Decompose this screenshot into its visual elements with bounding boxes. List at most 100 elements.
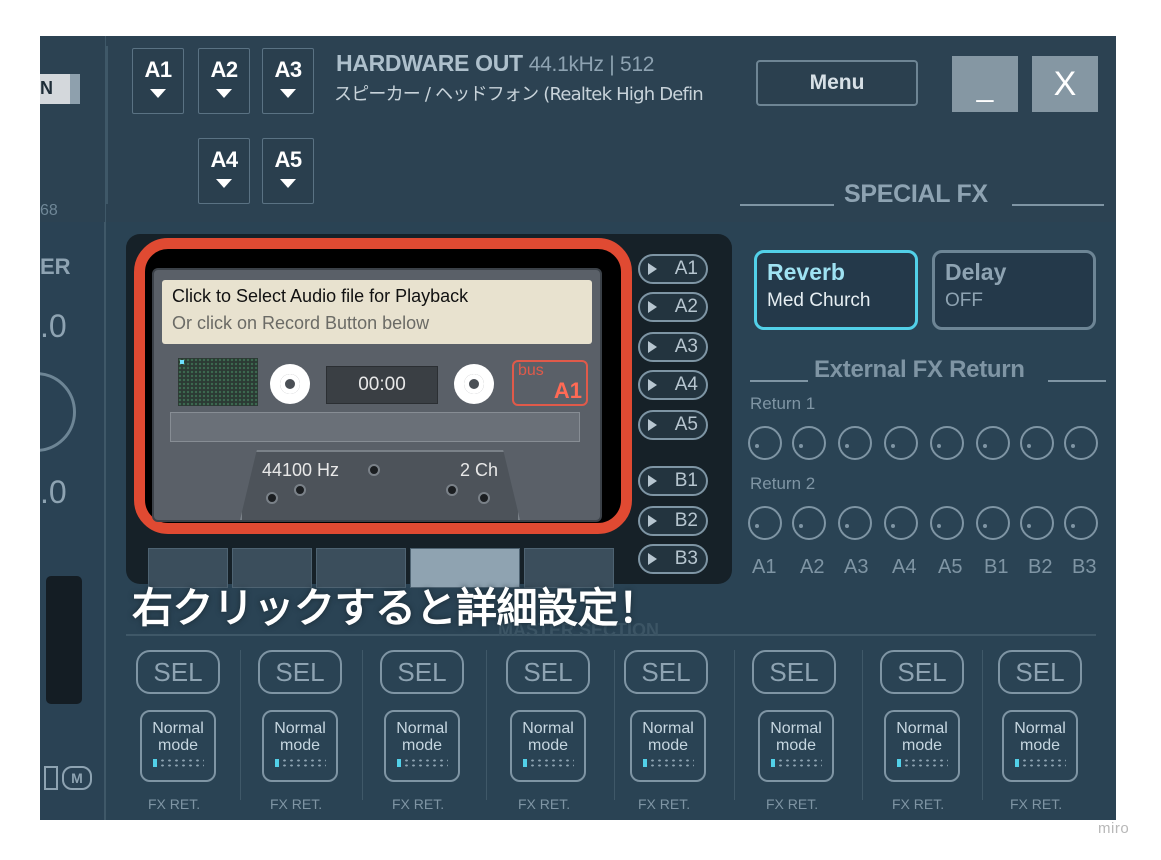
mode-label-line1: Normal: [1014, 720, 1066, 737]
sel-button[interactable]: SEL: [258, 650, 342, 694]
menu-button[interactable]: Menu: [756, 60, 918, 106]
mode-label-line1: Normal: [642, 720, 694, 737]
mode-button[interactable]: Normal mode: [630, 710, 706, 782]
play-triangle-icon: [648, 419, 657, 431]
column-divider: [614, 650, 615, 800]
sel-button[interactable]: SEL: [998, 650, 1082, 694]
sel-button[interactable]: SEL: [380, 650, 464, 694]
return1-dial-7[interactable]: [1020, 426, 1054, 460]
reverb-button[interactable]: Reverb Med Church: [754, 250, 918, 330]
column-divider: [982, 650, 983, 800]
mode-button[interactable]: Normal mode: [1002, 710, 1078, 782]
divider-line: [1048, 380, 1106, 382]
hardware-out-device[interactable]: スピーカー / ヘッドフォン (Realtek High Defin: [334, 80, 704, 106]
output-a2-button[interactable]: A2: [198, 48, 250, 114]
mode-button[interactable]: Normal mode: [884, 710, 960, 782]
tape-hole: [266, 492, 278, 504]
bus-label-a3: A3: [844, 556, 869, 578]
fx-return-label: FX RET.: [1010, 796, 1063, 812]
edge-toggle-button[interactable]: N: [40, 74, 80, 104]
mode-label-line1: Normal: [396, 720, 448, 737]
mode-label-line1: Normal: [770, 720, 822, 737]
sel-button[interactable]: SEL: [506, 650, 590, 694]
return1-dial-6[interactable]: [976, 426, 1010, 460]
mode-indicator-dots: [152, 758, 204, 768]
return2-dial-5[interactable]: [930, 506, 964, 540]
strip-fader[interactable]: [46, 576, 82, 704]
mode-button[interactable]: Normal mode: [140, 710, 216, 782]
mode-indicator-dots: [274, 758, 326, 768]
reverb-preset: Med Church: [767, 290, 871, 311]
output-a1-button[interactable]: A1: [132, 48, 184, 114]
return2-dial-4[interactable]: [884, 506, 918, 540]
strip-bar-button[interactable]: [44, 766, 58, 790]
mode-button[interactable]: Normal mode: [510, 710, 586, 782]
route-b2-button[interactable]: B2: [638, 506, 708, 536]
strip-knob[interactable]: [40, 372, 76, 452]
left-strip-top: N 68: [40, 36, 106, 222]
route-a4-button[interactable]: A4: [638, 370, 708, 400]
close-button[interactable]: X: [1032, 56, 1098, 112]
output-label: A3: [274, 57, 302, 82]
position-bar[interactable]: [170, 412, 580, 442]
route-a3-button[interactable]: A3: [638, 332, 708, 362]
sel-button[interactable]: SEL: [880, 650, 964, 694]
route-a5-button[interactable]: A5: [638, 410, 708, 440]
return1-dial-3[interactable]: [838, 426, 872, 460]
header-divider: [106, 46, 108, 204]
delay-button[interactable]: Delay OFF: [932, 250, 1096, 330]
route-label: B1: [674, 470, 698, 491]
route-b1-button[interactable]: B1: [638, 466, 708, 496]
select-audio-file-area[interactable]: Click to Select Audio file for Playback …: [162, 280, 592, 344]
return1-dial-8[interactable]: [1064, 426, 1098, 460]
mode-button[interactable]: Normal mode: [262, 710, 338, 782]
route-label: B3: [674, 548, 698, 569]
sel-button[interactable]: SEL: [136, 650, 220, 694]
fx-return-label: FX RET.: [638, 796, 691, 812]
output-label: A2: [210, 57, 238, 82]
return2-dial-8[interactable]: [1064, 506, 1098, 540]
route-a2-button[interactable]: A2: [638, 292, 708, 322]
mode-label-line2: mode: [279, 737, 321, 754]
return1-dial-1[interactable]: [748, 426, 782, 460]
mute-button[interactable]: M: [62, 766, 92, 790]
fx-return-label: FX RET.: [518, 796, 571, 812]
fx-return-label: FX RET.: [270, 796, 323, 812]
bus-selector[interactable]: bus A1: [512, 360, 588, 406]
route-label: A5: [674, 414, 698, 435]
mode-indicator-dots: [522, 758, 574, 768]
sel-button[interactable]: SEL: [624, 650, 708, 694]
column-divider: [734, 650, 735, 800]
hardware-out-rate: 44.1kHz | 512: [528, 53, 655, 76]
sel-button[interactable]: SEL: [752, 650, 836, 694]
mode-button[interactable]: Normal mode: [384, 710, 460, 782]
route-a1-button[interactable]: A1: [638, 254, 708, 284]
strip-label: ER: [40, 254, 71, 279]
cassette-player[interactable]: Click to Select Audio file for Playback …: [152, 268, 602, 522]
return1-dial-5[interactable]: [930, 426, 964, 460]
divider-line: [1012, 204, 1104, 206]
return2-dial-7[interactable]: [1020, 506, 1054, 540]
output-a3-button[interactable]: A3: [262, 48, 314, 114]
play-triangle-icon: [648, 341, 657, 353]
mode-button[interactable]: Normal mode: [758, 710, 834, 782]
output-a4-button[interactable]: A4: [198, 138, 250, 204]
tape-hole: [446, 484, 458, 496]
output-a5-button[interactable]: A5: [262, 138, 314, 204]
return2-dial-3[interactable]: [838, 506, 872, 540]
return2-dial-1[interactable]: [748, 506, 782, 540]
mode-label-line2: mode: [401, 737, 443, 754]
return2-dial-6[interactable]: [976, 506, 1010, 540]
bus-label-b1: B1: [984, 556, 1009, 578]
column-divider: [362, 650, 363, 800]
minimize-button[interactable]: _: [952, 56, 1018, 112]
return1-dial-4[interactable]: [884, 426, 918, 460]
edge-number: 68: [40, 202, 58, 219]
return2-dial-2[interactable]: [792, 506, 826, 540]
bus-value: A1: [553, 378, 582, 403]
return1-dial-2[interactable]: [792, 426, 826, 460]
dropdown-arrow-icon: [216, 179, 232, 188]
strip-value-top: .0: [40, 308, 67, 344]
hardware-out-title: HARDWARE OUT 44.1kHz | 512: [336, 50, 654, 77]
route-b3-button[interactable]: B3: [638, 544, 708, 574]
